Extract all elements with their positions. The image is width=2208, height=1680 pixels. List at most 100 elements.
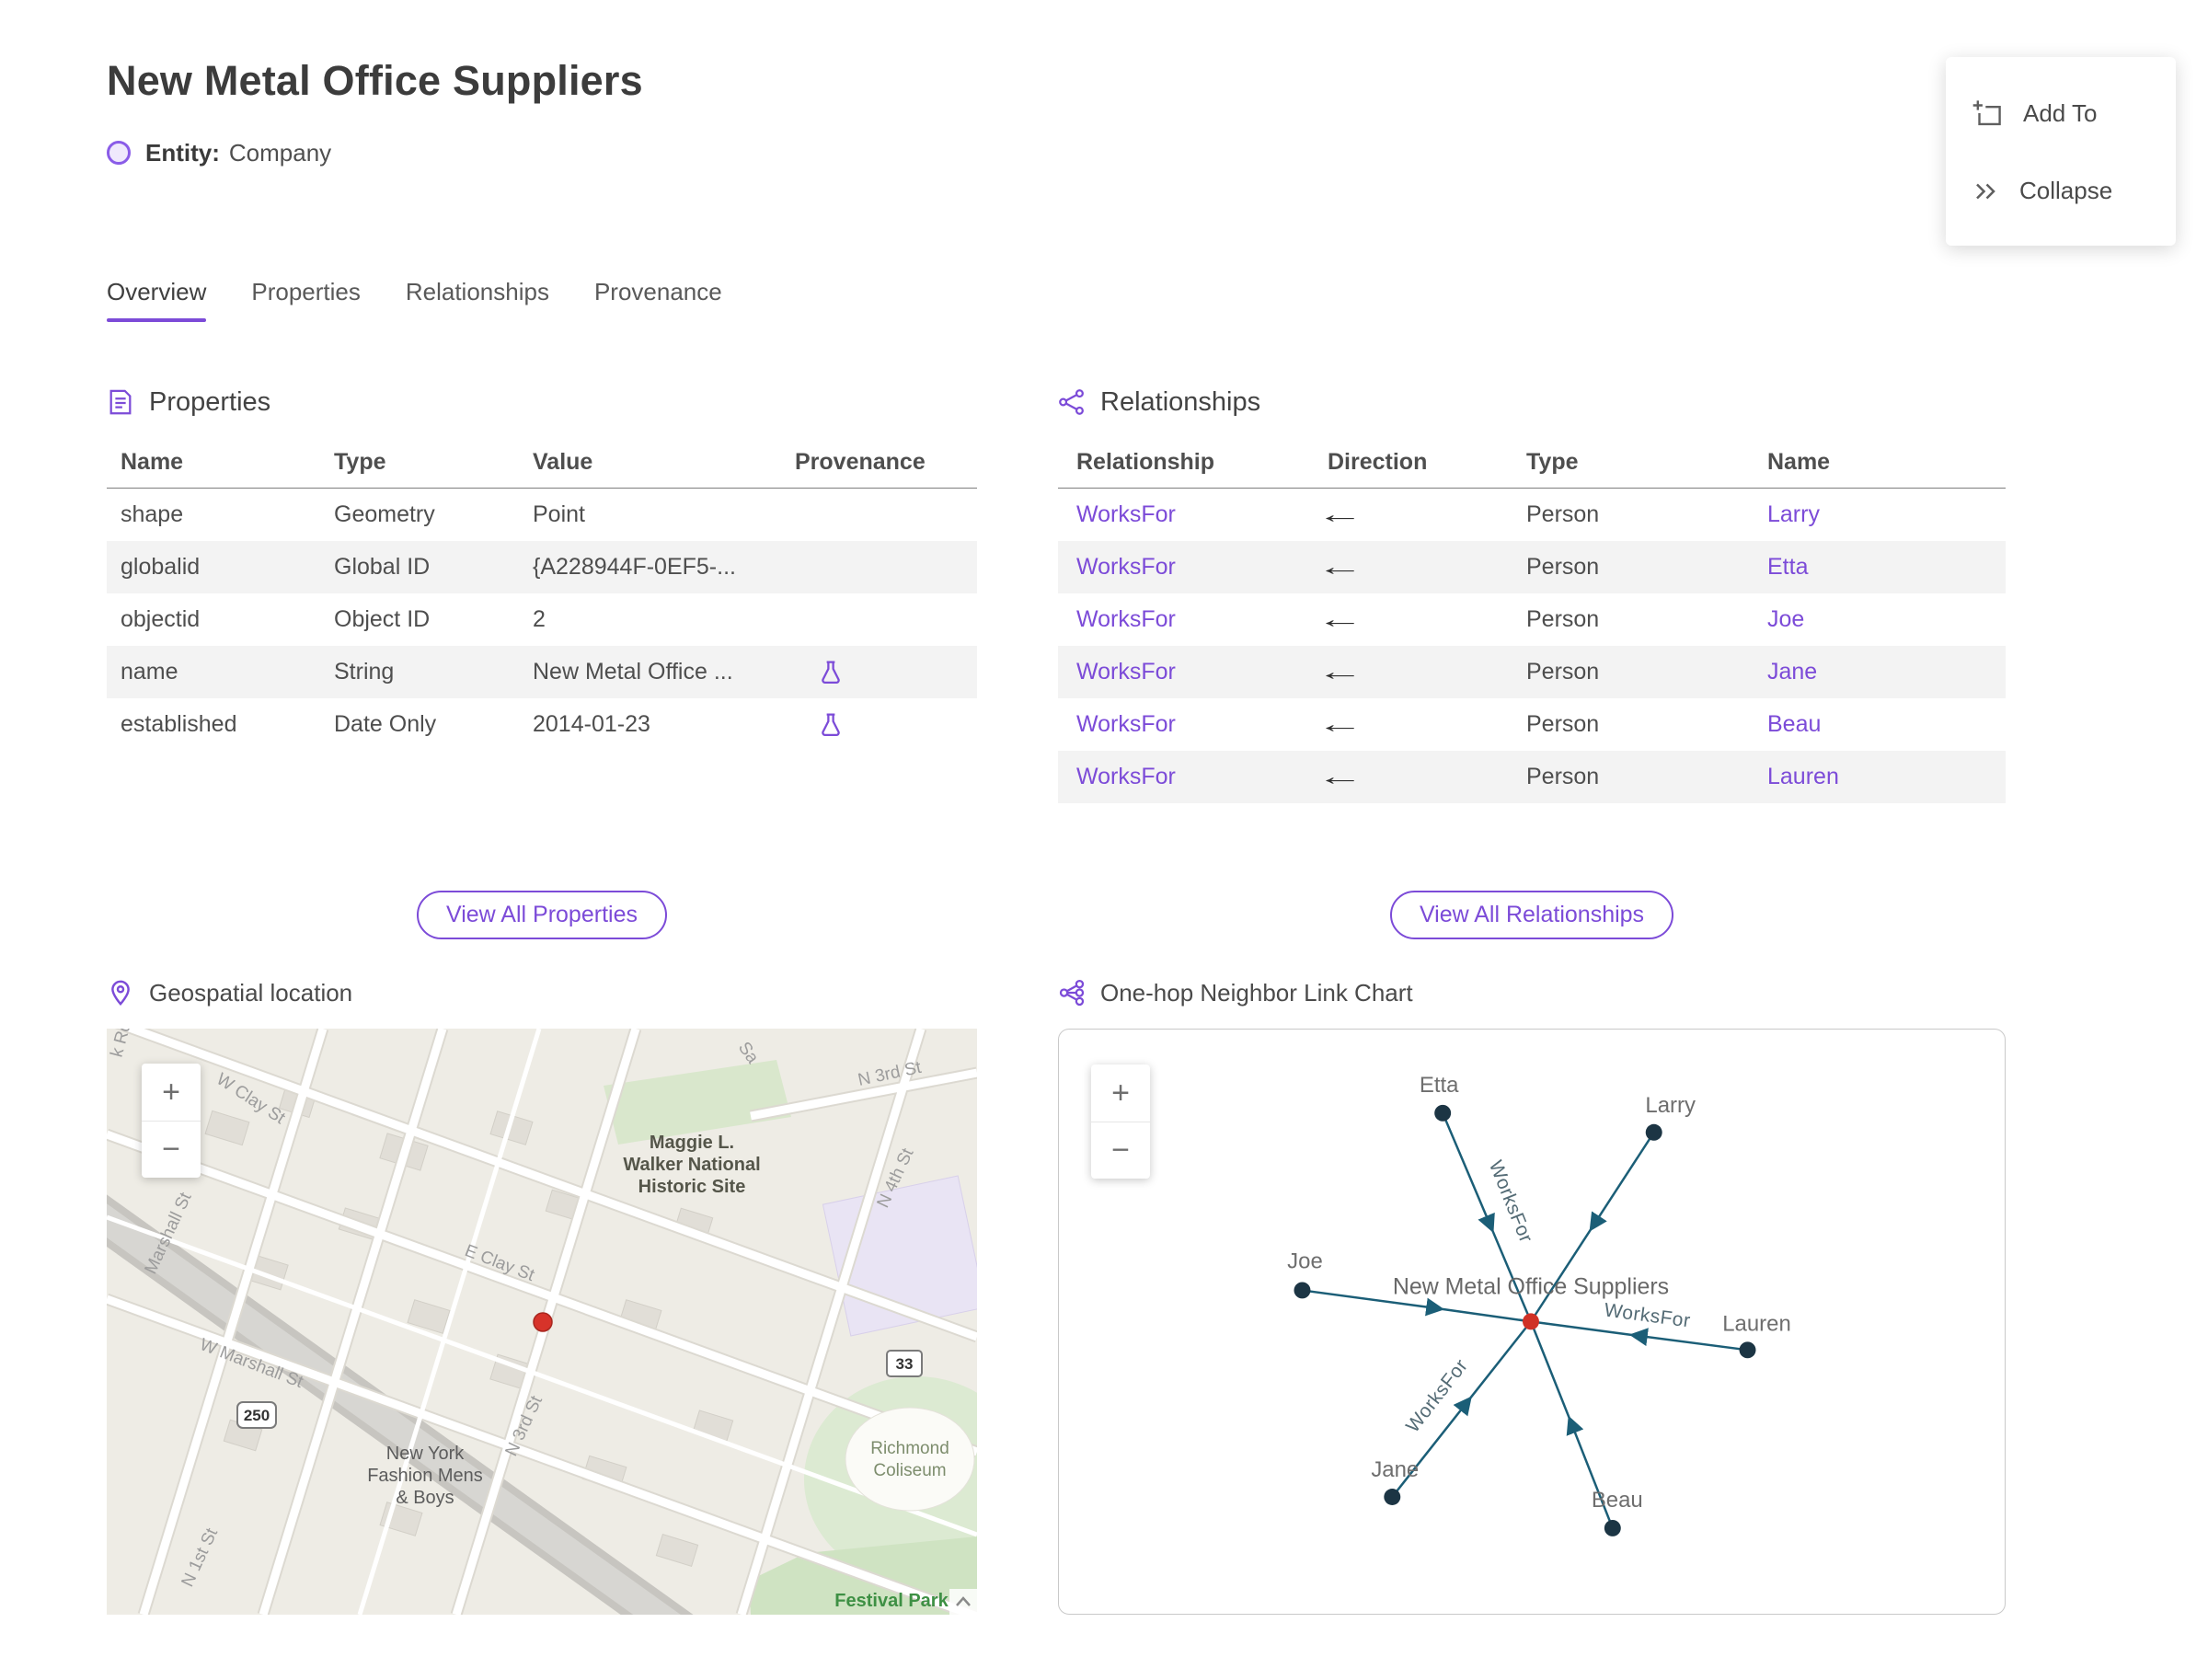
relationships-table-header: Relationship Direction Type Name [1058,436,2006,489]
svg-text:Lauren: Lauren [1722,1311,1791,1336]
relationship-type: Person [1526,711,1600,737]
view-all-properties-button[interactable]: View All Properties [417,890,667,939]
right-column: Relationships Relationship Direction Typ… [1058,381,2006,1615]
direction-arrow-icon: ← [1316,763,1364,790]
geospatial-section-header: Geospatial location [107,970,977,1016]
direction-arrow-icon: ← [1316,605,1364,633]
related-entity-link[interactable]: Lauren [1749,764,2006,790]
map-panel[interactable]: k Rd W Clay St Sa N 3rd St N 4th St Mars… [107,1029,977,1615]
property-value: {A228944F-0EF5-... [533,554,736,580]
col-type: Type [1526,448,1579,475]
link-chart-section-header: One-hop Neighbor Link Chart [1058,970,2006,1016]
property-value: 2 [533,606,546,632]
svg-text:250: 250 [244,1407,270,1424]
route-shield-250: 250 [236,1401,277,1429]
relationship-link[interactable]: WorksFor [1058,711,1309,738]
link-chart-panel[interactable]: WorksFor WorksFor WorksFor Etta Larry Jo… [1058,1029,2006,1615]
svg-text:Maggie L.: Maggie L. [650,1133,734,1153]
coliseum-label-1: Richmond [870,1439,949,1458]
svg-text:Walker National: Walker National [623,1155,760,1175]
related-entity-link[interactable]: Joe [1749,606,2006,633]
property-provenance [781,660,977,685]
node-larry[interactable] [1645,1123,1662,1141]
relationship-link[interactable]: WorksFor [1058,659,1309,685]
link-chart-canvas[interactable]: WorksFor WorksFor WorksFor Etta Larry Jo… [1059,1030,2005,1615]
property-row: globalid Global ID {A228944F-0EF5-... [107,541,977,593]
add-to-label: Add To [2023,98,2098,127]
node-center-entity[interactable] [1523,1313,1539,1330]
relationships-zone: Relationships Relationship Direction Typ… [1058,381,2006,859]
relationship-type: Person [1526,554,1600,580]
relationship-row: WorksFor ← Person Etta [1058,541,2006,593]
relationship-type: Person [1526,606,1600,632]
properties-zone: Properties Name Type Value Provenance sh… [107,381,977,859]
svg-text:WorksFor: WorksFor [1603,1299,1692,1331]
property-name: globalid [121,554,201,580]
svg-text:Beau: Beau [1592,1488,1643,1513]
link-chart-zoom-out-button[interactable]: − [1091,1122,1150,1179]
property-type: String [334,659,395,685]
node-lauren[interactable] [1739,1341,1756,1359]
relationship-link[interactable]: WorksFor [1058,554,1309,581]
property-type: Global ID [334,554,431,580]
geospatial-section-title: Geospatial location [149,978,353,1007]
provenance-flask-icon[interactable] [818,712,844,738]
link-chart-zoom-in-button[interactable]: + [1091,1064,1150,1122]
entity-location-marker[interactable] [533,1312,553,1332]
related-entity-link[interactable]: Jane [1749,659,2006,685]
relationships-button-zone: View All Relationships [1058,859,2006,970]
svg-text:Historic Site: Historic Site [638,1177,746,1197]
node-jane[interactable] [1384,1489,1401,1505]
map-zoom-in-button[interactable]: + [142,1064,201,1121]
relationship-type: Person [1526,764,1600,789]
property-name: established [121,711,237,737]
direction-arrow-icon: ← [1316,658,1364,685]
svg-text:& Boys: & Boys [396,1488,454,1508]
property-name: name [121,659,178,685]
relationships-table: Relationship Direction Type Name WorksFo… [1058,436,2006,803]
related-entity-link[interactable]: Etta [1749,554,2006,581]
relationship-type: Person [1526,501,1600,527]
node-beau[interactable] [1604,1519,1621,1536]
link-chart-zoom-control: + − [1091,1064,1150,1179]
collapse-button[interactable]: Collapse [1946,153,2176,229]
related-entity-link[interactable]: Larry [1749,501,2006,528]
view-all-relationships-button[interactable]: View All Relationships [1389,890,1674,939]
property-provenance [781,712,977,738]
attribution-toggle[interactable] [949,1589,977,1615]
svg-text:Larry: Larry [1645,1093,1696,1118]
property-row: objectid Object ID 2 [107,593,977,646]
tab-relationships[interactable]: Relationships [406,278,549,322]
properties-button-zone: View All Properties [107,859,977,970]
node-etta[interactable] [1434,1104,1452,1122]
entity-type-icon [107,141,131,165]
property-row: established Date Only 2014-01-23 [107,698,977,751]
property-value: New Metal Office ... [533,659,733,685]
related-entity-link[interactable]: Beau [1749,711,2006,738]
svg-text:WorksFor: WorksFor [1402,1355,1472,1437]
direction-arrow-icon: ← [1316,553,1364,581]
relationship-type: Person [1526,659,1600,685]
provenance-flask-icon[interactable] [818,660,844,685]
node-joe[interactable] [1294,1282,1311,1299]
relationship-link[interactable]: WorksFor [1058,764,1309,790]
col-value: Value [533,448,593,475]
collapse-label: Collapse [2019,177,2113,204]
map-canvas[interactable]: k Rd W Clay St Sa N 3rd St N 4th St Mars… [107,1029,977,1615]
tab-properties[interactable]: Properties [251,278,361,322]
tab-overview[interactable]: Overview [107,278,206,322]
link-chart-section-title: One-hop Neighbor Link Chart [1100,978,1413,1007]
map-zoom-control: + − [142,1064,201,1178]
property-name: shape [121,501,184,527]
add-to-button[interactable]: Add To [1946,74,2176,153]
property-value: 2014-01-23 [533,711,650,737]
tab-provenance[interactable]: Provenance [594,278,722,322]
relationship-link[interactable]: WorksFor [1058,606,1309,633]
left-column: Properties Name Type Value Provenance sh… [107,381,977,1615]
col-type: Type [334,448,386,475]
map-zoom-out-button[interactable]: − [142,1121,201,1178]
collapse-icon [1976,183,1995,199]
properties-icon [109,389,132,415]
relationship-link[interactable]: WorksFor [1058,501,1309,528]
svg-text:Festival Park: Festival Park [834,1591,949,1611]
